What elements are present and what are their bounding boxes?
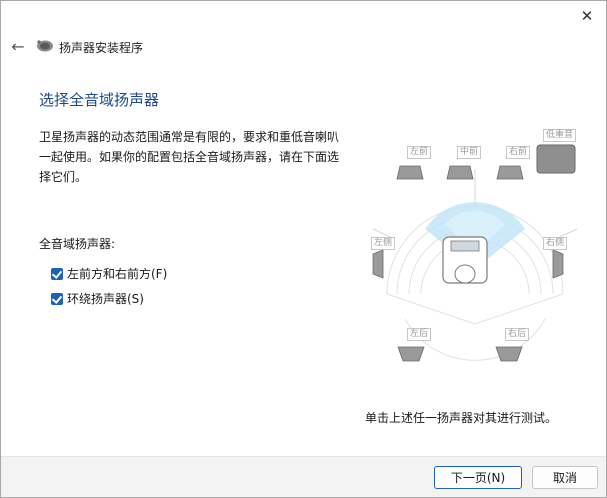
- front-left-speaker-icon[interactable]: [396, 165, 424, 180]
- side-left-label: 左侧: [371, 237, 396, 250]
- front-right-speaker-icon[interactable]: [496, 165, 524, 180]
- surround-checkbox[interactable]: 环绕扬声器(S): [51, 290, 144, 307]
- checkbox-label: 左前方和右前方(F): [67, 267, 168, 281]
- next-button[interactable]: 下一页(N): [434, 466, 522, 489]
- close-icon[interactable]: ✕: [574, 5, 600, 27]
- front-left-right-checkbox[interactable]: 左前方和右前方(F): [51, 265, 167, 282]
- checkbox-checked-icon[interactable]: [51, 267, 63, 280]
- rear-left-speaker-icon[interactable]: [397, 346, 425, 362]
- checkbox-checked-icon[interactable]: [51, 292, 63, 305]
- side-left-speaker-icon[interactable]: [372, 249, 384, 279]
- front-center-speaker-icon[interactable]: [446, 165, 474, 180]
- subwoofer-label: 低重音: [543, 129, 577, 142]
- side-right-speaker-icon[interactable]: [552, 249, 564, 279]
- full-range-group-label: 全音域扬声器:: [39, 237, 116, 251]
- window-title: 扬声器安装程序: [59, 41, 144, 55]
- speaker-setup-icon: [37, 40, 53, 52]
- speaker-setup-window: ✕ ← 扬声器安装程序 选择全音域扬声器 卫星扬声器的动态范围通常是有限的，要求…: [0, 0, 607, 498]
- front-center-label: 中前: [457, 146, 482, 159]
- test-hint: 单击上述任一扬声器对其进行测试。: [365, 411, 558, 425]
- rear-right-speaker-icon[interactable]: [495, 346, 523, 362]
- rear-left-label: 左后: [407, 328, 432, 341]
- cancel-button[interactable]: 取消: [532, 466, 598, 489]
- page-description: 卫星扬声器的动态范围通常是有限的，要求和重低音喇叭一起使用。如果你的配置包括全音…: [39, 130, 340, 184]
- subwoofer-speaker-icon[interactable]: [536, 144, 576, 174]
- front-left-label: 左前: [407, 146, 432, 159]
- page-heading: 选择全音域扬声器: [39, 91, 160, 109]
- side-right-label: 右侧: [543, 237, 568, 250]
- rear-right-label: 右后: [505, 328, 530, 341]
- room-layout: [372, 144, 578, 362]
- speaker-diagram: 左前 中前 右前 低重音 左侧 右侧 左后 右后: [365, 129, 585, 379]
- checkbox-label: 环绕扬声器(S): [67, 292, 144, 306]
- footer-bar: 下一页(N) 取消: [1, 456, 606, 497]
- back-arrow-icon[interactable]: ←: [7, 37, 29, 57]
- front-right-label: 右前: [506, 146, 531, 159]
